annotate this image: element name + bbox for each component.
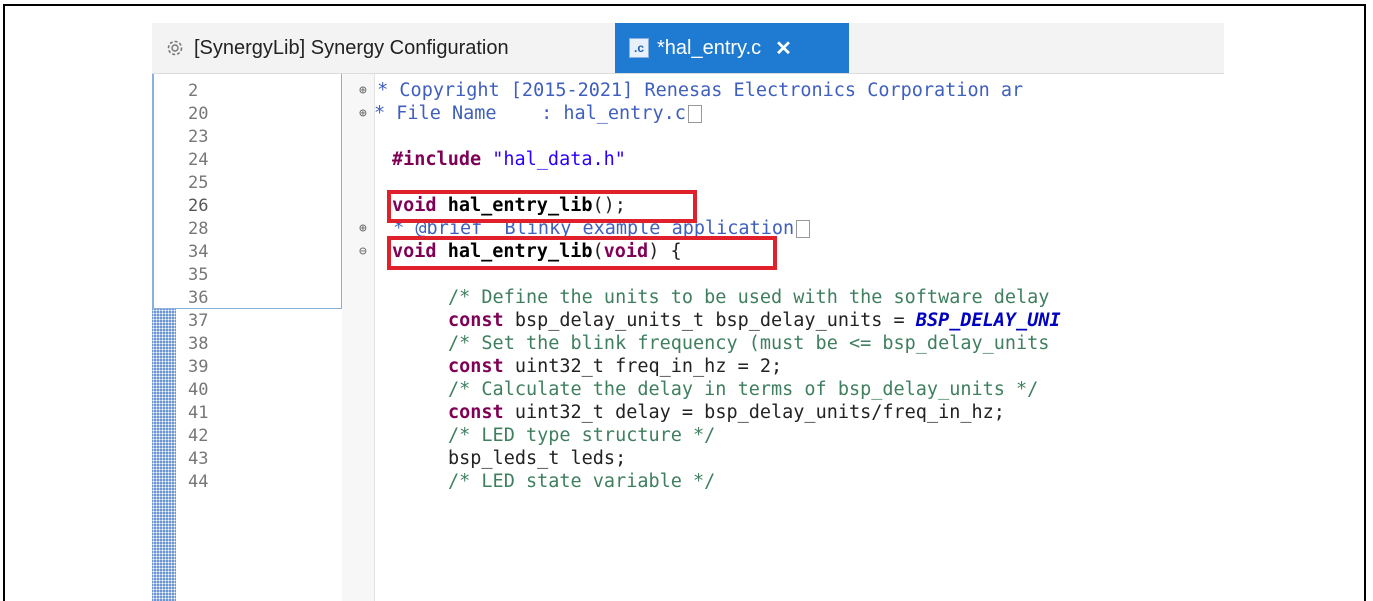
collapsed-block-icon[interactable] [796, 220, 811, 238]
code-line[interactable]: const uint32_t freq_in_hz = 2; [448, 356, 782, 378]
line-number: 23 [188, 127, 209, 147]
gutter-selection-outline [152, 74, 342, 309]
line-number: 35 [188, 265, 209, 285]
tab-synergy-configuration[interactable]: [SynergyLib] Synergy Configuration [152, 23, 615, 73]
code-line[interactable]: const bsp_delay_units_t bsp_delay_units … [448, 310, 1061, 332]
line-number: 44 [188, 472, 209, 492]
line-number: 38 [188, 334, 209, 354]
line-number: 37 [188, 311, 209, 331]
line-number: 20 [188, 104, 209, 124]
collapse-fold-icon[interactable]: ⊖ [359, 241, 367, 263]
line-number: 42 [188, 426, 209, 446]
tab-hal-entry[interactable]: .c *hal_entry.c ✕ [615, 23, 849, 73]
line-number: 26 [188, 196, 209, 216]
code-line[interactable]: * Copyright [2015-2021] Renesas Electron… [366, 80, 1023, 102]
line-number: 39 [188, 357, 209, 377]
line-number: 43 [188, 449, 209, 469]
line-number: 41 [188, 403, 209, 423]
editor-tab-bar: [SynergyLib] Synergy Configuration .c *h… [152, 23, 1224, 74]
code-line[interactable]: * File Name : hal_entry.c [374, 103, 702, 125]
folding-ruler [342, 74, 375, 601]
collapsed-block-icon[interactable] [687, 105, 702, 123]
line-number: 2 [188, 81, 199, 101]
line-number: 40 [188, 380, 209, 400]
code-line[interactable]: /* LED type structure */ [448, 425, 715, 447]
line-number: 24 [188, 150, 209, 170]
change-indicator-bar [152, 309, 176, 601]
tab-label: *hal_entry.c [657, 36, 762, 59]
gear-icon [164, 37, 186, 59]
code-line[interactable]: bsp_leds_t leds; [448, 448, 626, 470]
code-line[interactable]: /* Define the units to be used with the … [448, 287, 1049, 309]
line-number: 36 [188, 288, 209, 308]
line-number: 25 [188, 173, 209, 193]
expand-fold-icon[interactable]: ⊕ [359, 218, 367, 240]
close-icon[interactable]: ✕ [775, 36, 792, 61]
code-editor: [SynergyLib] Synergy Configuration .c *h… [152, 23, 1224, 601]
expand-fold-icon[interactable]: ⊕ [359, 103, 367, 125]
c-file-icon: .c [629, 38, 649, 58]
tab-label: [SynergyLib] Synergy Configuration [194, 36, 509, 59]
code-line[interactable]: #include "hal_data.h" [392, 149, 626, 171]
highlight-box-definition [387, 236, 777, 270]
line-number: 34 [188, 242, 209, 262]
code-line[interactable]: const uint32_t delay = bsp_delay_units/f… [448, 402, 1005, 424]
code-line[interactable]: /* Set the blink frequency (must be <= b… [448, 333, 1049, 355]
line-number: 28 [188, 219, 209, 239]
code-line[interactable]: /* LED state variable */ [448, 471, 715, 493]
code-line[interactable]: /* Calculate the delay in terms of bsp_d… [448, 379, 1038, 401]
highlight-box-declaration [387, 190, 697, 223]
